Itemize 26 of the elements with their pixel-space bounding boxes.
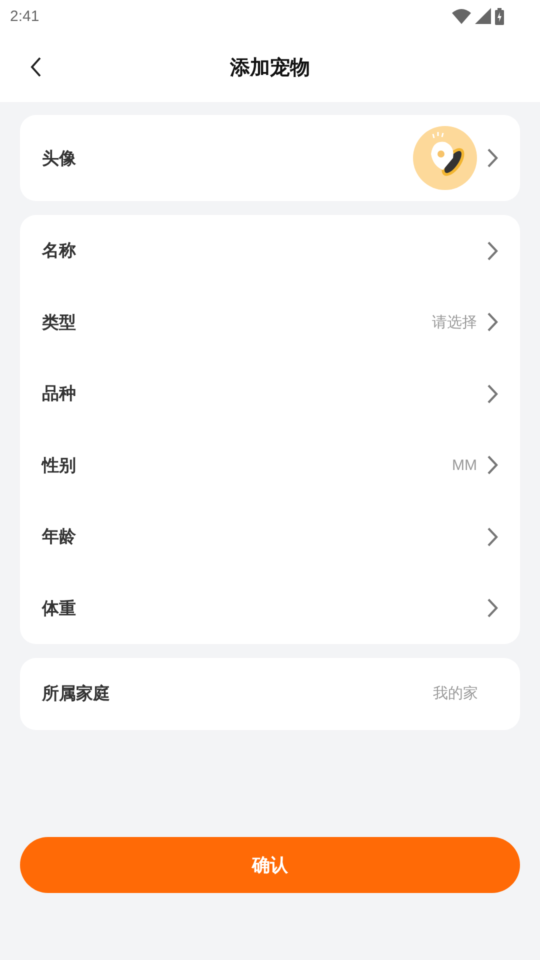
status-time: 2:41 [10,8,40,24]
wifi-icon [452,8,471,24]
back-icon[interactable] [30,57,42,77]
chevron-right-icon[interactable] [487,598,498,618]
field-value: 请选择 [432,312,477,332]
field-label: 类型 [42,312,76,334]
field-label: 性别 [42,454,76,477]
field-value: 我的家 [433,684,478,704]
field-label: 品种 [42,383,76,406]
avatar-image[interactable] [413,126,477,190]
field-label: 年龄 [42,526,76,548]
field-label: 头像 [42,148,76,170]
field-value: MM [452,456,477,474]
chevron-right-icon[interactable] [487,526,498,547]
battery-icon [495,8,504,24]
chevron-right-icon[interactable] [487,384,498,404]
chevron-right-icon[interactable] [487,240,498,261]
field-label: 所属家庭 [42,683,110,706]
chevron-right-icon[interactable] [487,312,498,332]
page-title: 添加宠物 [230,54,310,80]
confirm-button[interactable]: 确认 [20,837,520,893]
field-label: 体重 [42,598,76,620]
signal-icon [475,8,491,24]
chevron-right-icon[interactable] [487,455,498,476]
chevron-right-icon[interactable] [487,148,498,168]
field-label: 名称 [42,240,76,262]
